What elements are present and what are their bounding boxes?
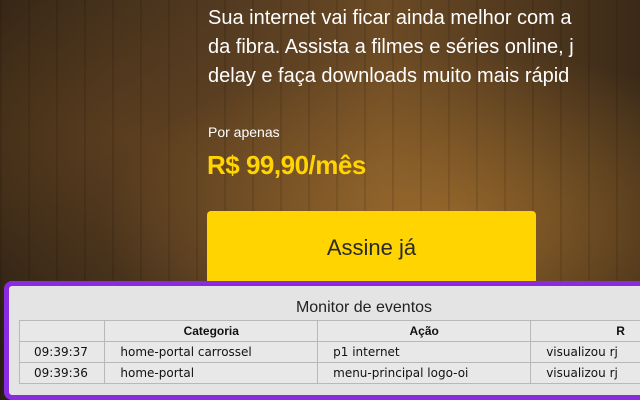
event-table: Categoria Ação R 09:39:37 home-portal ca… [18,320,640,384]
table-row: 09:39:36 home-portal menu-principal logo… [18,362,640,384]
cell-time: 09:39:37 [18,341,106,363]
hero-description-line: da fibra. Assista a filmes e séries onli… [208,36,574,58]
subscribe-button[interactable]: Assine já [207,211,536,287]
hero-description-line: Sua internet vai ficar ainda melhor com … [208,7,572,29]
column-header-time [18,320,106,342]
column-header-categoria: Categoria [104,320,319,342]
cell-acao: p1 internet [317,341,532,363]
table-row: 09:39:37 home-portal carrossel p1 intern… [18,341,640,363]
table-header-row: Categoria Ação R [18,320,640,342]
hero-description: Sua internet vai ficar ainda melhor com … [208,4,640,91]
cell-rotulo: visualizou rj [530,341,640,363]
price-caption: Por apenas [208,124,280,140]
price-value: R$ 99,90/mês [207,150,366,180]
hero-description-line: delay e faça downloads muito mais rápid [208,65,570,87]
event-monitor-panel: Monitor de eventos Categoria Ação R 09:3… [4,281,640,400]
cell-categoria: home-portal carrossel [104,341,319,363]
cell-categoria: home-portal [104,362,319,384]
cell-acao: menu-principal logo-oi [317,362,532,384]
event-table-wrapper: Categoria Ação R 09:39:37 home-portal ca… [18,320,640,384]
column-header-acao: Ação [317,320,532,342]
cell-rotulo: visualizou rj [530,362,640,384]
event-monitor-title: Monitor de eventos [295,299,433,316]
subscribe-button-label: Assine já [326,234,417,260]
column-header-rotulo: R [530,320,640,342]
cell-time: 09:39:36 [18,362,106,384]
